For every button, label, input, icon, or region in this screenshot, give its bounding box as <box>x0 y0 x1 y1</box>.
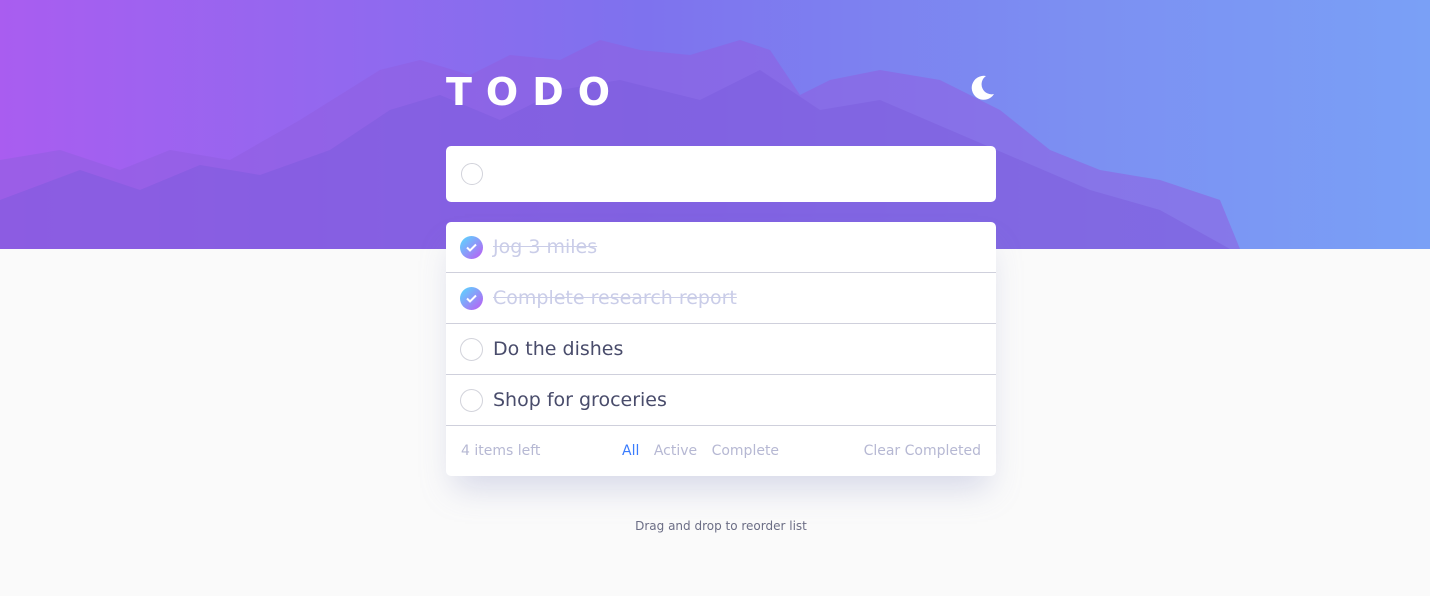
checkmark-icon[interactable] <box>460 287 483 310</box>
app-header: TODO <box>446 70 996 114</box>
todo-checkbox[interactable] <box>460 338 483 361</box>
filter-all[interactable]: All <box>622 443 639 459</box>
clear-completed-button[interactable]: Clear Completed <box>864 426 981 476</box>
new-todo-checkbox[interactable] <box>461 163 483 185</box>
new-todo-bar <box>446 146 996 202</box>
checkmark-icon[interactable] <box>460 236 483 259</box>
new-todo-input[interactable] <box>496 146 976 202</box>
hero-background <box>0 0 1430 249</box>
todo-list: Jog 3 miles Complete research report Do th… <box>446 222 996 476</box>
todo-text: Jog 3 miles <box>493 236 598 258</box>
todo-item[interactable]: Do the dishes <box>446 324 996 375</box>
todo-text: Complete research report <box>493 287 737 309</box>
filter-complete[interactable]: Complete <box>712 443 779 459</box>
mountains-image <box>0 40 1240 249</box>
list-footer: 4 items left All Active Complete Clear C… <box>446 426 996 476</box>
reorder-hint: Drag and drop to reorder list <box>635 519 807 533</box>
todo-item[interactable]: Complete research report <box>446 273 996 324</box>
todo-checkbox[interactable] <box>460 389 483 412</box>
todo-text: Shop for groceries <box>493 389 667 411</box>
todo-item[interactable]: Shop for groceries <box>446 375 996 426</box>
app-title: TODO <box>446 70 625 114</box>
items-left-count: 4 items left <box>461 443 541 459</box>
todo-text: Do the dishes <box>493 338 624 360</box>
todo-item[interactable]: Jog 3 miles <box>446 222 996 273</box>
filter-active[interactable]: Active <box>654 443 697 459</box>
moon-icon[interactable] <box>968 74 996 102</box>
filter-tabs: All Active Complete <box>622 426 789 476</box>
